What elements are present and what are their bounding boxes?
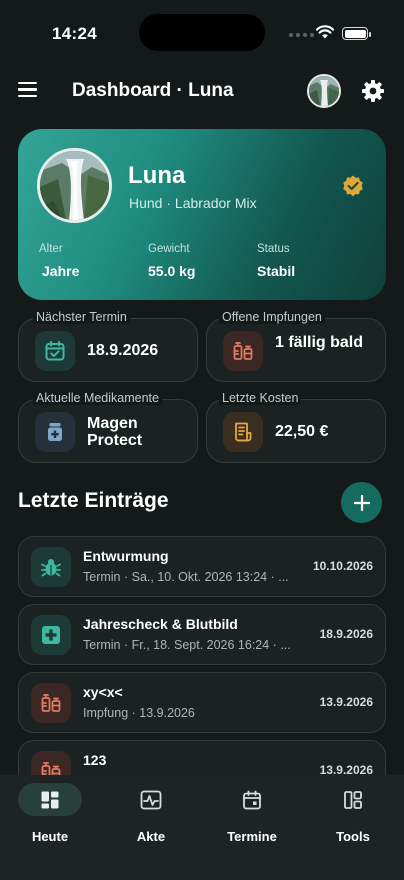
age-value: Jahre: [42, 263, 80, 279]
bottom-tab-bar: Heute Akte Termine Tools: [0, 775, 404, 880]
status-label: Status: [257, 243, 290, 255]
entry-row[interactable]: Entwurmung Termin · Sa., 10. Okt. 2026 1…: [18, 536, 386, 597]
tab-label: Termine: [227, 829, 277, 844]
health-record-icon: [119, 783, 183, 816]
medical-cross-icon: [31, 615, 71, 655]
next-appointment-label: Nächster Termin: [33, 310, 130, 324]
vaccine-icon: [223, 331, 263, 371]
calendar-icon: [220, 783, 284, 816]
next-appointment-value: 18.9.2026: [87, 342, 159, 359]
entry-date: 18.9.2026: [319, 627, 373, 641]
tab-akte[interactable]: Akte: [111, 783, 191, 844]
entry-subtitle: Termin · Sa., 10. Okt. 2026 13:24 · ...: [83, 570, 289, 584]
open-vaccinations-tile[interactable]: 1 fällig bald: [206, 318, 386, 382]
tab-label: Akte: [136, 829, 166, 844]
vaccine-icon: [31, 683, 71, 723]
current-medications-value: Magen Protect: [87, 415, 143, 449]
last-costs-label: Letzte Kosten: [219, 391, 302, 405]
wifi-icon: [316, 25, 334, 39]
plus-icon: [353, 494, 370, 511]
top-app-bar: Dashboard · Luna: [0, 70, 404, 114]
entry-subtitle: Impfung · 13.9.2026: [83, 706, 195, 720]
tab-tools[interactable]: Tools: [313, 783, 393, 844]
waterfall-photo: [309, 76, 339, 106]
age-label: Alter: [39, 243, 63, 255]
next-appointment-tile[interactable]: 18.9.2026: [18, 318, 198, 382]
weight-label: Gewicht: [148, 243, 190, 255]
cellular-signal-icon: [289, 33, 314, 37]
pet-avatar: [37, 148, 112, 223]
entry-title: xy<x<: [83, 684, 123, 700]
entry-subtitle: Termin · Fr., 18. Sept. 2026 16:24 · ...: [83, 638, 291, 652]
pet-name: Luna: [128, 162, 186, 189]
section-title-recent-entries: Letzte Einträge: [18, 489, 169, 512]
waterfall-photo: [40, 151, 109, 220]
dashboard-icon: [18, 783, 82, 816]
pet-breed: Hund · Labrador Mix: [129, 195, 257, 211]
current-medications-tile[interactable]: Magen Protect: [18, 399, 198, 463]
entry-date: 10.10.2026: [312, 559, 373, 573]
tab-termine[interactable]: Termine: [212, 783, 292, 844]
entry-title: Jahrescheck & Blutbild: [83, 616, 238, 632]
pet-profile-card[interactable]: Luna Hund · Labrador Mix Alter Jahre Gew…: [18, 129, 386, 300]
entry-title: 123: [83, 752, 107, 768]
entry-row[interactable]: xy<x< Impfung · 13.9.2026 13.9.2026: [18, 672, 386, 733]
page-title: Dashboard · Luna: [72, 80, 234, 101]
verified-badge-icon: [343, 175, 363, 197]
dynamic-island: [139, 14, 265, 51]
pet-avatar-button[interactable]: [307, 74, 341, 108]
open-vaccinations-label: Offene Impfungen: [219, 310, 325, 324]
last-costs-tile[interactable]: 22,50 €: [206, 399, 386, 463]
tab-label: Heute: [31, 829, 69, 844]
status-value: Stabil: [257, 263, 296, 279]
tab-heute[interactable]: Heute: [10, 783, 90, 844]
receipt-icon: [223, 412, 263, 452]
weight-value: 55.0 kg: [148, 263, 196, 279]
battery-icon: [342, 27, 371, 40]
last-costs-value: 22,50 €: [275, 423, 329, 440]
entry-title: Entwurmung: [83, 548, 169, 564]
open-vaccinations-value: 1 fällig bald: [275, 334, 364, 351]
add-entry-button[interactable]: [341, 482, 382, 523]
entry-date: 13.9.2026: [319, 695, 373, 709]
tools-icon: [321, 783, 385, 816]
medicine-bottle-icon: [35, 412, 75, 452]
bug-icon: [31, 547, 71, 587]
settings-gear-icon[interactable]: [361, 79, 385, 103]
menu-icon[interactable]: [18, 82, 40, 100]
status-bar: 14:24: [0, 0, 404, 60]
entry-row[interactable]: Jahrescheck & Blutbild Termin · Fr., 18.…: [18, 604, 386, 665]
calendar-check-icon: [35, 331, 75, 371]
status-time: 14:24: [52, 24, 97, 43]
tab-label: Tools: [336, 829, 370, 844]
current-medications-label: Aktuelle Medikamente: [33, 391, 162, 405]
